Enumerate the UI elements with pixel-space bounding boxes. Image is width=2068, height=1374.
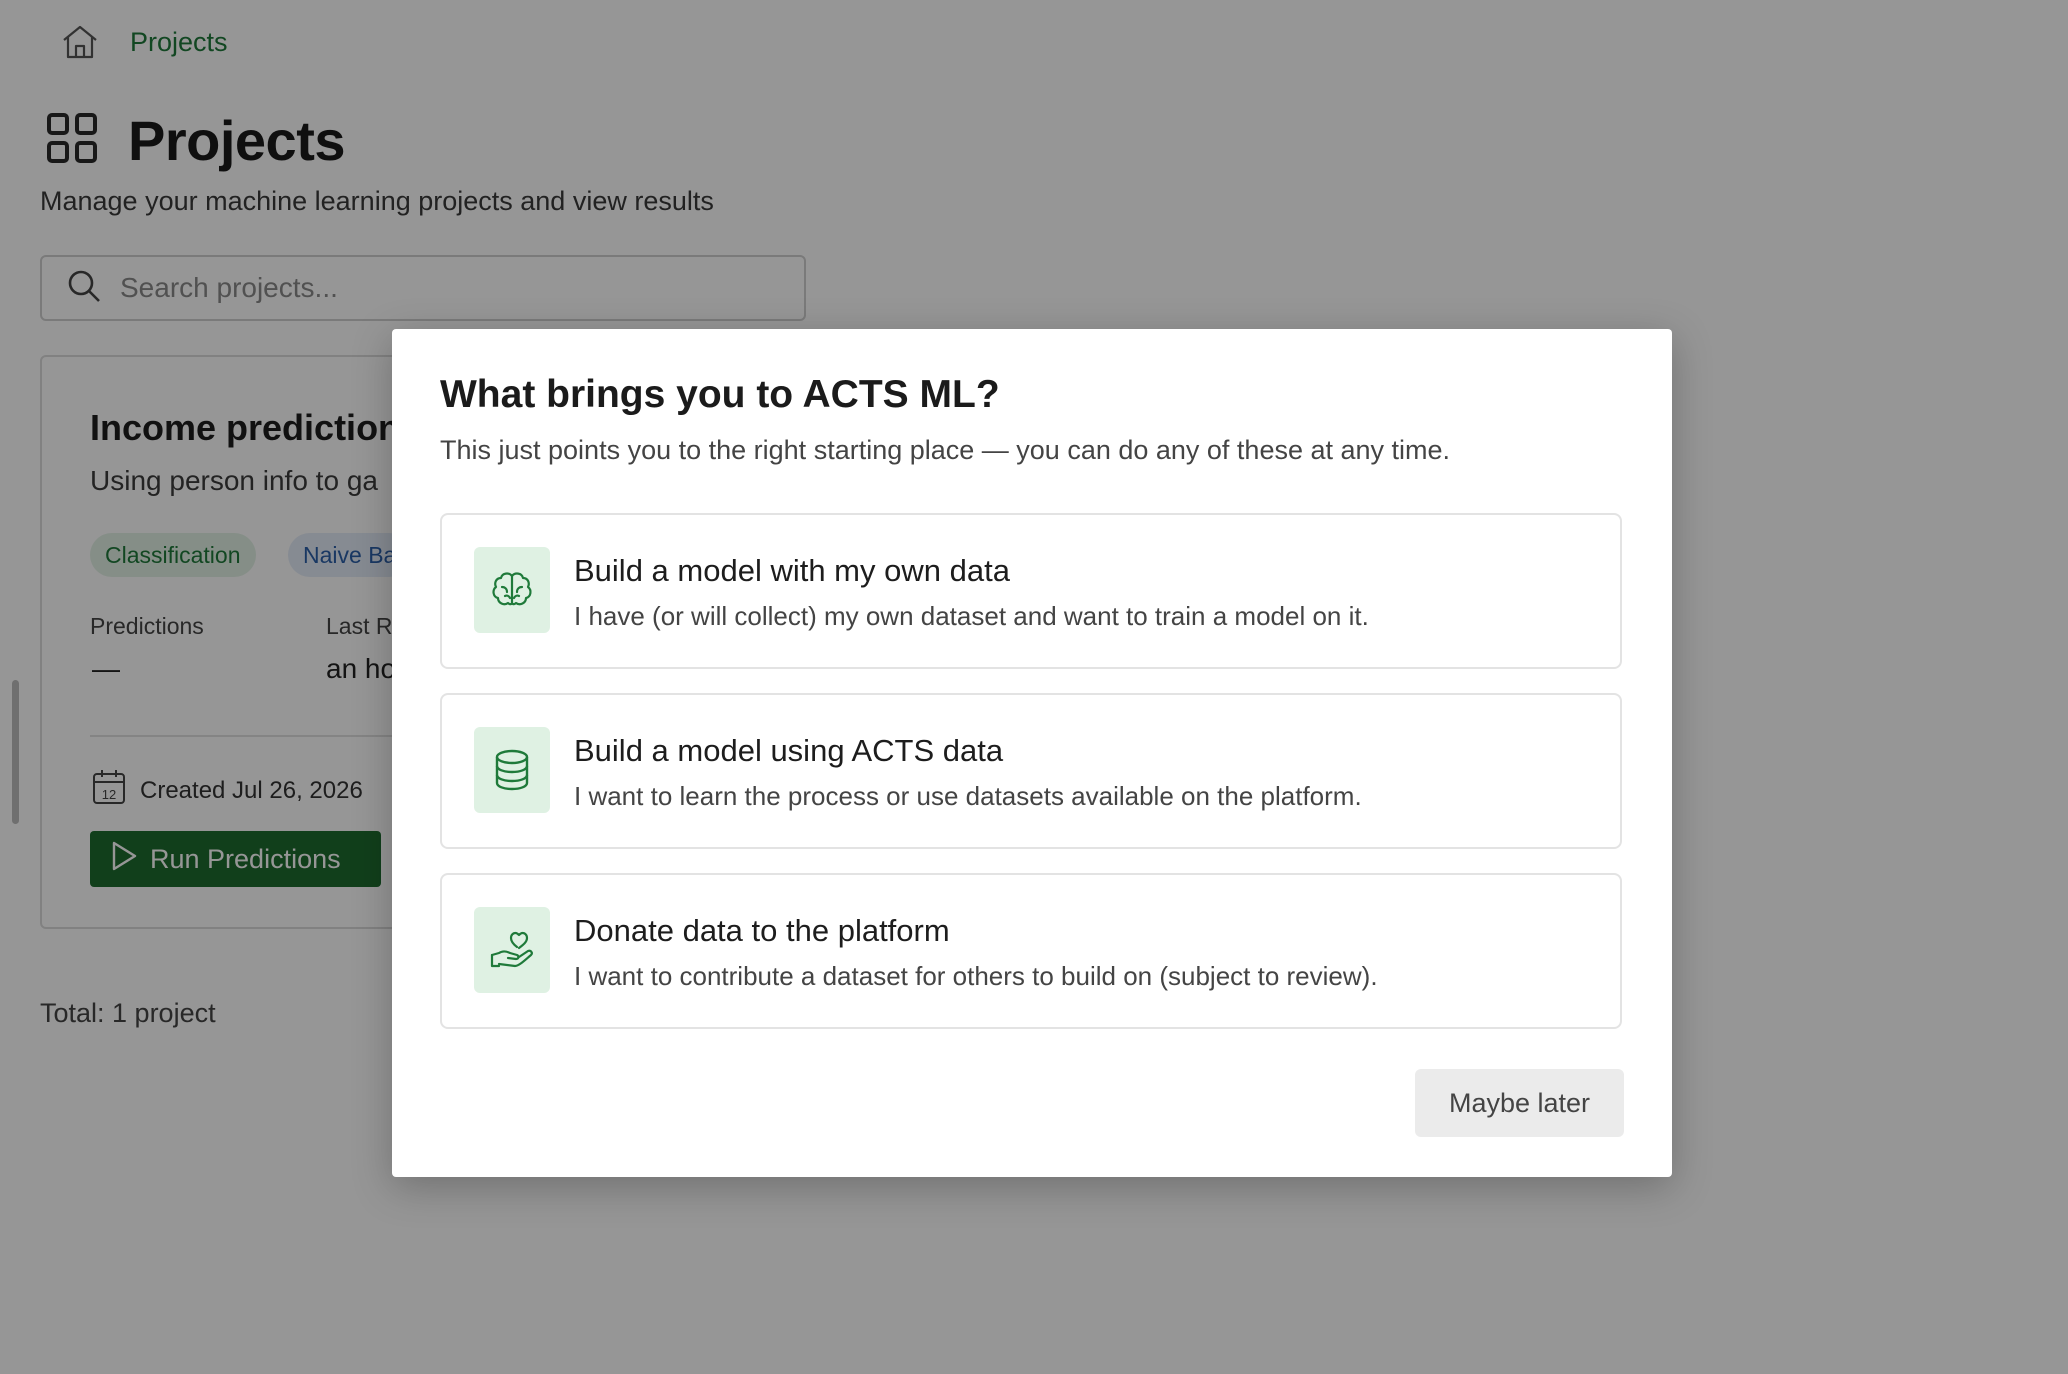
option-own-data-description: I have (or will collect) my own dataset … bbox=[574, 601, 1369, 631]
brain-icon bbox=[474, 547, 550, 633]
option-acts-data-description: I want to learn the process or use datas… bbox=[574, 781, 1362, 811]
option-own-data-title: Build a model with my own data bbox=[574, 553, 1010, 588]
dialog-description: This just points you to the right starti… bbox=[440, 435, 1451, 465]
hand-heart-icon bbox=[474, 907, 550, 993]
onboarding-dialog: What brings you to ACTS ML? This just po… bbox=[392, 329, 1672, 1177]
option-own-data[interactable]: Build a model with my own data I have (o… bbox=[440, 513, 1622, 669]
database-icon bbox=[474, 727, 550, 813]
option-acts-data[interactable]: Build a model using ACTS data I want to … bbox=[440, 693, 1622, 849]
option-acts-data-title: Build a model using ACTS data bbox=[574, 733, 1004, 768]
dialog-title: What brings you to ACTS ML? bbox=[440, 373, 1000, 416]
maybe-later-button[interactable]: Maybe later bbox=[1415, 1069, 1624, 1137]
option-donate-data[interactable]: Donate data to the platform I want to co… bbox=[440, 873, 1622, 1029]
option-donate-data-title: Donate data to the platform bbox=[574, 913, 950, 948]
option-donate-data-description: I want to contribute a dataset for other… bbox=[574, 961, 1378, 991]
